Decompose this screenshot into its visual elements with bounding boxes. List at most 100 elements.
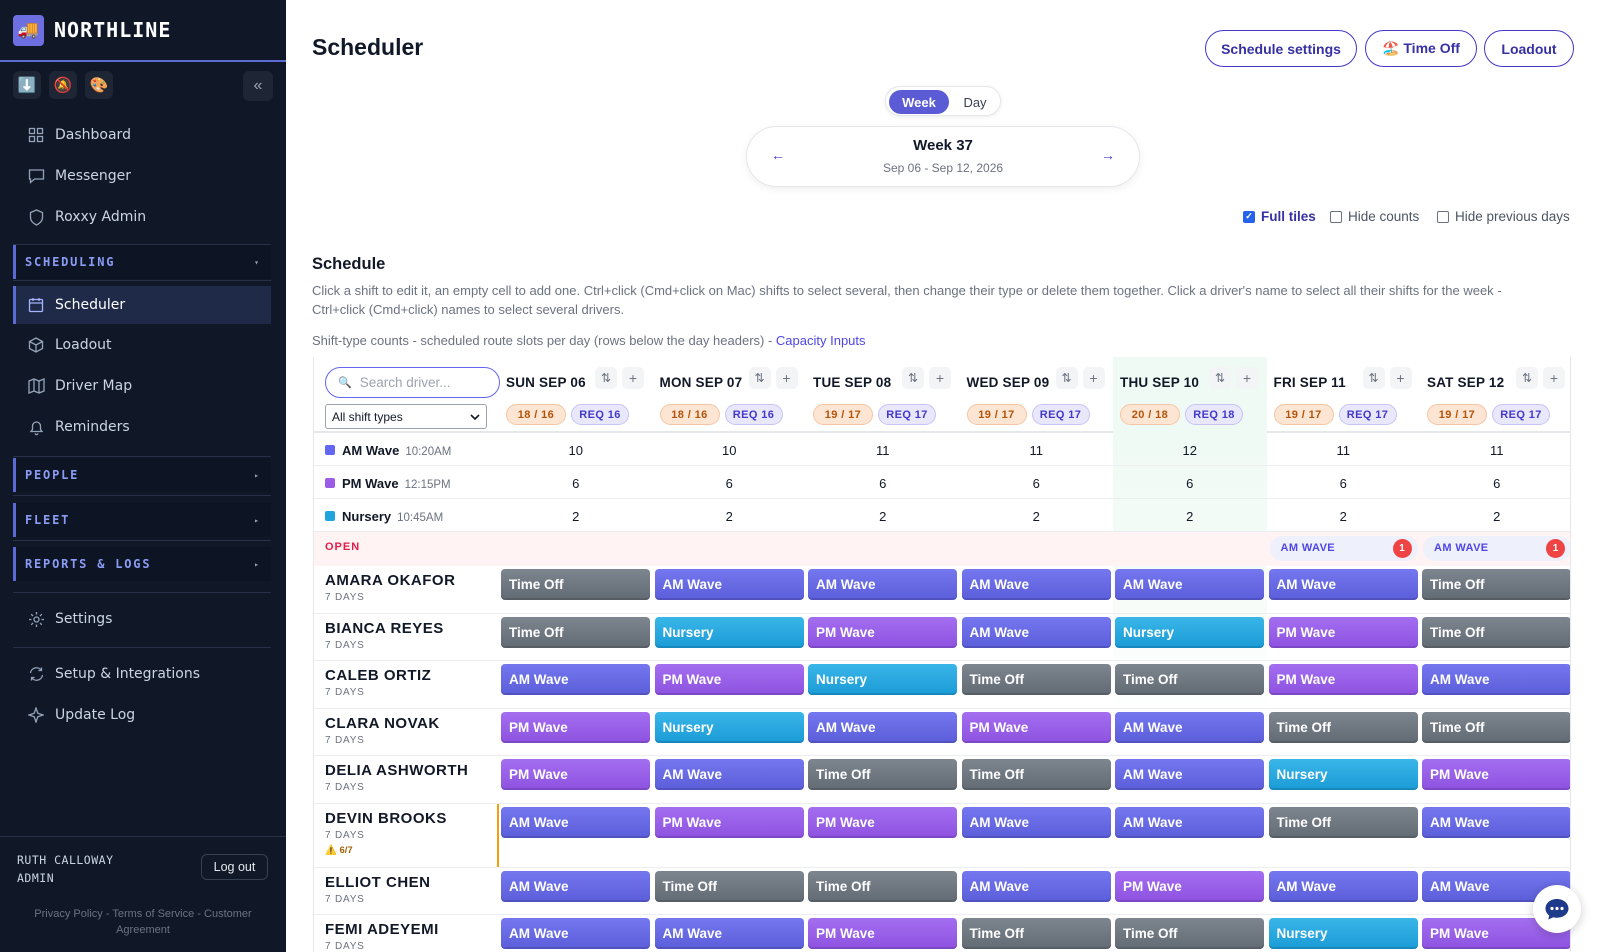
shift-tile[interactable]: AM Wave <box>961 569 1111 600</box>
shift-tile[interactable]: PM Wave <box>501 711 650 743</box>
driver-name[interactable]: FEMI ADEYEMI <box>325 921 439 938</box>
shift-tile[interactable]: AM Wave <box>1422 664 1570 695</box>
driver-name-cell[interactable]: DEVIN BROOKS 7 DAYS ⚠️ 6/7 <box>314 804 494 867</box>
sort-icon[interactable]: ⇅ <box>1055 367 1078 389</box>
driver-name[interactable]: ELLIOT CHEN <box>325 874 431 891</box>
shift-tile[interactable]: Nursery <box>1115 616 1264 648</box>
add-shift-icon[interactable]: + <box>622 367 644 389</box>
shift-tile[interactable]: AM Wave <box>654 569 804 600</box>
shift-tile[interactable]: Time Off <box>501 569 650 600</box>
shift-tile[interactable]: AM Wave <box>808 711 957 743</box>
section-reports-logs[interactable]: REPORTS & LOGS ▸ <box>13 547 271 581</box>
nav-loadout[interactable]: Loadout <box>13 327 271 363</box>
shift-tile[interactable]: PM Wave <box>808 616 957 648</box>
driver-name-cell[interactable]: CALEB ORTIZ 7 DAYS <box>314 661 494 708</box>
shift-tile[interactable]: Time Off <box>654 870 804 902</box>
nav-settings[interactable]: Settings <box>13 601 271 637</box>
shift-tile[interactable]: AM Wave <box>961 616 1111 648</box>
legal-links[interactable]: Privacy Policy - Terms of Service - Cust… <box>20 906 266 938</box>
shift-tile[interactable]: Time Off <box>808 870 957 902</box>
driver-name-cell[interactable]: FEMI ADEYEMI 7 DAYS <box>314 915 494 952</box>
add-shift-icon[interactable]: + <box>1082 367 1105 389</box>
shift-tile[interactable]: AM Wave <box>1115 759 1264 790</box>
logout-button[interactable]: Log out <box>201 854 268 880</box>
shift-tile[interactable]: AM Wave <box>501 664 650 695</box>
theme-palette-icon[interactable]: 🎨 <box>85 71 113 99</box>
week-view-tab[interactable]: Week <box>889 90 949 114</box>
shift-tile[interactable]: AM Wave <box>961 806 1111 838</box>
shift-tile[interactable]: Nursery <box>1268 759 1418 790</box>
driver-name-cell[interactable]: CLARA NOVAK 7 DAYS <box>314 709 494 756</box>
sort-icon[interactable]: ⇅ <box>902 367 924 389</box>
nav-roxxy-admin[interactable]: Roxxy Admin <box>13 199 271 235</box>
shift-tile[interactable]: PM Wave <box>961 711 1111 743</box>
driver-name[interactable]: CALEB ORTIZ <box>325 667 431 684</box>
add-shift-icon[interactable]: + <box>1543 367 1565 389</box>
shift-tile[interactable]: PM Wave <box>654 806 804 838</box>
hide-previous-days-option[interactable]: Hide previous days <box>1437 209 1570 224</box>
sort-icon[interactable]: ⇅ <box>1362 367 1385 389</box>
hide-counts-option[interactable]: Hide counts <box>1330 209 1419 224</box>
sort-icon[interactable]: ⇅ <box>748 367 771 389</box>
shift-type-filter[interactable]: All shift types <box>325 404 487 429</box>
driver-name[interactable]: AMARA OKAFOR <box>325 572 455 589</box>
shift-tile[interactable]: AM Wave <box>501 806 650 838</box>
shift-tile[interactable]: PM Wave <box>1115 870 1264 902</box>
driver-name-cell[interactable]: AMARA OKAFOR 7 DAYS <box>314 566 494 613</box>
open-shift-chip[interactable]: AM WAVE 1 <box>1423 536 1570 561</box>
shift-tile[interactable]: PM Wave <box>1268 664 1418 695</box>
nav-setup-integrations[interactable]: Setup & Integrations <box>13 656 271 692</box>
shift-tile[interactable]: Time Off <box>1115 664 1264 695</box>
shift-tile[interactable]: AM Wave <box>501 870 650 902</box>
shift-tile[interactable]: PM Wave <box>501 759 650 790</box>
shift-tile[interactable]: Nursery <box>654 711 804 743</box>
nav-dashboard[interactable]: Dashboard <box>13 117 271 153</box>
shift-tile[interactable]: Nursery <box>808 664 957 695</box>
shift-tile[interactable]: AM Wave <box>1115 806 1264 838</box>
hide-counts-checkbox[interactable] <box>1330 210 1342 223</box>
shift-tile[interactable]: Time Off <box>1268 806 1418 838</box>
shift-tile[interactable]: AM Wave <box>1422 806 1570 838</box>
time-off-button[interactable]: 🏖️ Time Off <box>1365 30 1477 67</box>
nav-reminders[interactable]: Reminders <box>13 409 271 445</box>
mute-notifications-icon[interactable]: 🔕 <box>49 71 77 99</box>
nav-update-log[interactable]: Update Log <box>13 697 271 733</box>
shift-tile[interactable]: PM Wave <box>1422 759 1570 790</box>
shift-tile[interactable]: Time Off <box>1115 918 1264 949</box>
sort-icon[interactable]: ⇅ <box>1209 367 1231 389</box>
shift-tile[interactable]: AM Wave <box>1115 569 1264 600</box>
shift-tile[interactable]: AM Wave <box>654 918 804 949</box>
shift-tile[interactable]: AM Wave <box>961 870 1111 902</box>
driver-name[interactable]: DEVIN BROOKS <box>325 810 447 827</box>
section-fleet[interactable]: FLEET ▸ <box>13 503 271 537</box>
shift-tile[interactable]: PM Wave <box>808 918 957 949</box>
add-shift-icon[interactable]: + <box>929 367 951 389</box>
next-week-button[interactable]: → <box>1101 147 1115 163</box>
shift-tile[interactable]: Time Off <box>1422 616 1570 648</box>
sort-icon[interactable]: ⇅ <box>595 367 617 389</box>
shift-tile[interactable]: PM Wave <box>1268 616 1418 648</box>
shift-tile[interactable]: Time Off <box>1268 711 1418 743</box>
full-tiles-option[interactable]: ✓ Full tiles <box>1243 209 1316 224</box>
shift-tile[interactable]: AM Wave <box>808 569 957 600</box>
day-view-tab[interactable]: Day <box>951 90 999 114</box>
shift-tile[interactable]: Time Off <box>961 759 1111 790</box>
shift-tile[interactable]: Time Off <box>1422 569 1570 600</box>
shift-tile[interactable]: PM Wave <box>808 806 957 838</box>
add-shift-icon[interactable]: + <box>1236 367 1258 389</box>
driver-name[interactable]: BIANCA REYES <box>325 620 444 637</box>
add-shift-icon[interactable]: + <box>1389 367 1412 389</box>
loadout-button[interactable]: Loadout <box>1484 30 1574 67</box>
brand[interactable]: 🚚 NORTHLINE <box>0 0 286 62</box>
shift-tile[interactable]: Time Off <box>961 918 1111 949</box>
download-icon[interactable]: ⬇️ <box>13 71 41 99</box>
add-shift-icon[interactable]: + <box>775 367 798 389</box>
open-shift-chip[interactable]: AM WAVE 1 <box>1269 536 1418 561</box>
shift-tile[interactable]: AM Wave <box>1268 569 1418 600</box>
driver-name[interactable]: CLARA NOVAK <box>325 715 440 732</box>
shift-tile[interactable]: PM Wave <box>654 664 804 695</box>
shift-tile[interactable]: AM Wave <box>1268 870 1418 902</box>
driver-name[interactable]: DELIA ASHWORTH <box>325 762 468 779</box>
section-scheduling[interactable]: SCHEDULING ▾ <box>13 245 271 279</box>
driver-name-cell[interactable]: BIANCA REYES 7 DAYS <box>314 614 494 661</box>
